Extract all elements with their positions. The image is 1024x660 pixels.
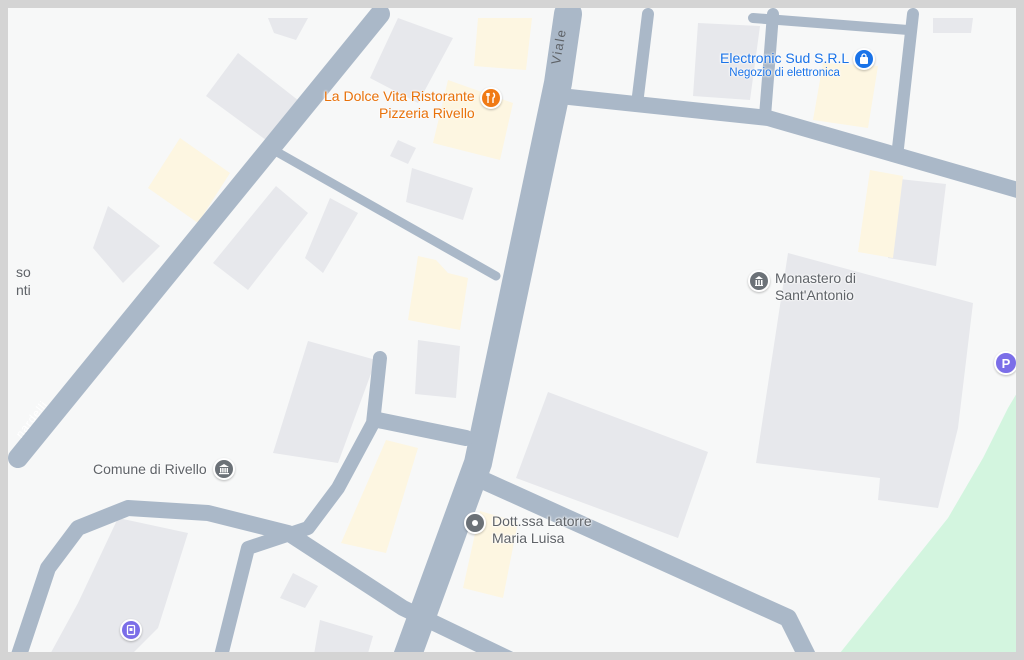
poi-electronic-shop[interactable]: Electronic Sud S.R.L Negozio di elettron… (720, 48, 876, 80)
poi-restaurant[interactable]: La Dolce Vita Ristorante Pizzeria Rivell… (324, 87, 502, 122)
shop-name: Electronic Sud S.R.L (720, 50, 850, 66)
school-icon[interactable] (120, 619, 142, 641)
doctor-name-line1: Dott.ssa Latorre (492, 513, 592, 529)
shopping-bag-icon[interactable] (853, 48, 876, 70)
poi-monastery[interactable]: Monastero di Sant'Antonio (748, 270, 856, 304)
restaurant-icon[interactable] (479, 87, 502, 109)
restaurant-name-line1: La Dolce Vita Ristorante (324, 88, 475, 104)
location-pin-icon[interactable] (464, 512, 486, 534)
partial-place-label: so nti (16, 264, 31, 298)
parking-icon[interactable]: P (994, 351, 1016, 375)
restaurant-name-line2: Pizzeria Rivello (379, 105, 475, 121)
town-hall-name: Comune di Rivello (93, 460, 207, 477)
monastery-name-line1: Monastero di (775, 270, 856, 286)
map-canvas[interactable] (8, 8, 1024, 660)
parking-label: P (1001, 355, 1011, 371)
monastery-name-line2: Sant'Antonio (775, 287, 854, 303)
poi-doctor[interactable]: Dott.ssa Latorre Maria Luisa (464, 512, 592, 547)
city-hall-icon[interactable] (212, 458, 235, 480)
shop-category: Negozio di elettronica (729, 67, 840, 79)
monastery-icon[interactable] (748, 270, 770, 292)
map-view[interactable]: Viale nardelli so nti La Dolce Vita Rist… (0, 0, 1024, 660)
doctor-name-line2: Maria Luisa (492, 530, 565, 546)
poi-town-hall[interactable]: Comune di Rivello (93, 458, 235, 480)
